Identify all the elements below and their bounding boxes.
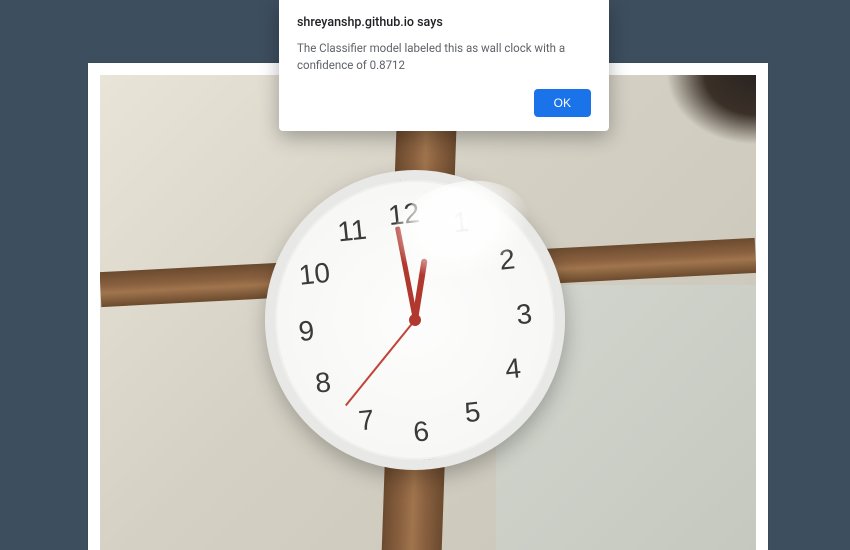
dialog-actions: OK bbox=[297, 89, 591, 117]
photo-frame: 12 1 2 3 4 5 6 7 8 9 10 11 bbox=[88, 63, 768, 550]
wall-clock: 12 1 2 3 4 5 6 7 8 9 10 11 bbox=[250, 155, 580, 485]
clock-center-dot bbox=[408, 313, 421, 326]
clock-numeral: 8 bbox=[314, 366, 333, 399]
clock-numeral: 7 bbox=[357, 404, 376, 437]
classified-photo: 12 1 2 3 4 5 6 7 8 9 10 11 bbox=[100, 75, 756, 550]
clock-numeral: 4 bbox=[504, 352, 523, 385]
clock-face: 12 1 2 3 4 5 6 7 8 9 10 11 bbox=[261, 166, 569, 474]
dialog-origin: shreyanshp.github.io says bbox=[297, 15, 591, 30]
alert-dialog: shreyanshp.github.io says The Classifier… bbox=[279, 0, 609, 131]
clock-numeral: 11 bbox=[336, 213, 368, 248]
clock-numeral: 10 bbox=[297, 257, 331, 292]
dialog-origin-suffix: says bbox=[414, 15, 443, 30]
clock-numeral: 5 bbox=[463, 396, 482, 429]
ok-button[interactable]: OK bbox=[534, 89, 591, 117]
clock-second-hand bbox=[345, 319, 416, 406]
dialog-message: The Classifier model labeled this as wal… bbox=[297, 40, 591, 73]
clock-numeral: 9 bbox=[297, 315, 316, 348]
clock-numeral: 6 bbox=[412, 415, 431, 448]
dark-corner bbox=[666, 75, 756, 145]
clock-numeral: 3 bbox=[515, 297, 534, 330]
dialog-origin-host: shreyanshp.github.io bbox=[297, 15, 414, 30]
